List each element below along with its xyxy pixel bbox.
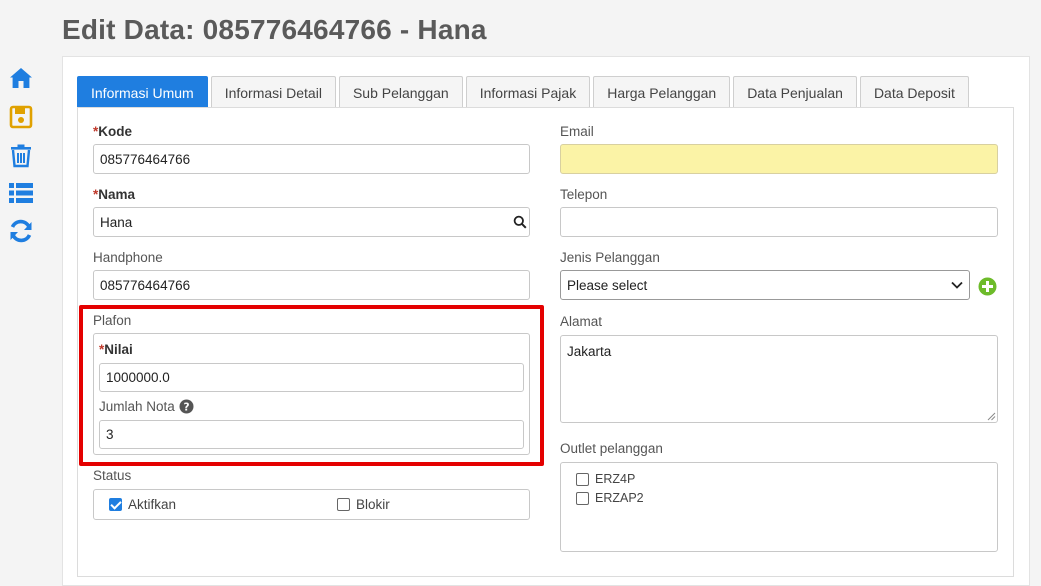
highlight-box bbox=[79, 305, 544, 466]
tab-informasi-umum[interactable]: Informasi Umum bbox=[77, 76, 208, 108]
tab-data-deposit[interactable]: Data Deposit bbox=[859, 76, 969, 108]
outlet-label: Outlet pelanggan bbox=[560, 441, 663, 456]
jenis-pelanggan-selected: Please select bbox=[567, 277, 648, 293]
telepon-input[interactable] bbox=[560, 207, 998, 237]
refresh-icon[interactable] bbox=[8, 218, 34, 244]
nama-input[interactable]: Hana bbox=[93, 207, 530, 237]
resize-handle-icon[interactable] bbox=[987, 412, 996, 421]
blokir-checkbox[interactable] bbox=[337, 498, 350, 511]
tab-informasi-detail[interactable]: Informasi Detail bbox=[210, 76, 336, 108]
trash-icon[interactable] bbox=[8, 142, 34, 168]
tab-bar: Informasi Umum Informasi Detail Sub Pela… bbox=[77, 76, 972, 108]
aktifkan-checkbox[interactable] bbox=[109, 498, 122, 511]
outlet-item-label: ERZ4P bbox=[595, 472, 636, 486]
email-label: Email bbox=[560, 124, 594, 139]
search-icon[interactable] bbox=[513, 215, 527, 229]
outlet-item-label: ERZAP2 bbox=[595, 491, 644, 505]
list-icon[interactable] bbox=[8, 180, 34, 206]
handphone-label: Handphone bbox=[93, 250, 163, 265]
tab-data-penjualan[interactable]: Data Penjualan bbox=[733, 76, 857, 108]
aktifkan-label: Aktifkan bbox=[128, 497, 177, 512]
alamat-label: Alamat bbox=[560, 314, 603, 329]
page-title: Edit Data: 085776464766 - Hana bbox=[62, 14, 487, 45]
tab-harga-pelanggan[interactable]: Harga Pelanggan bbox=[593, 76, 731, 108]
blokir-option[interactable]: Blokir bbox=[337, 497, 390, 512]
outlet-checkbox[interactable] bbox=[576, 472, 589, 486]
save-icon[interactable] bbox=[8, 104, 34, 130]
add-icon[interactable] bbox=[978, 277, 997, 296]
tab-informasi-pajak[interactable]: Informasi Pajak bbox=[465, 76, 591, 108]
telepon-label: Telepon bbox=[560, 187, 608, 202]
chevron-down-icon bbox=[951, 281, 963, 289]
nama-value: Hana bbox=[100, 214, 133, 230]
email-input[interactable] bbox=[560, 144, 998, 174]
kode-input[interactable]: 085776464766 bbox=[93, 144, 530, 174]
nama-label: *Nama bbox=[93, 187, 136, 202]
blokir-label: Blokir bbox=[356, 497, 390, 512]
tab-sub-pelanggan[interactable]: Sub Pelanggan bbox=[338, 76, 463, 108]
kode-label: *Kode bbox=[93, 124, 133, 139]
outlet-item[interactable]: ERZ4P bbox=[576, 472, 635, 486]
jenis-pelanggan-select[interactable]: Please select bbox=[560, 270, 970, 300]
jenis-pelanggan-label: Jenis Pelanggan bbox=[560, 250, 660, 265]
alamat-value: Jakarta bbox=[567, 344, 612, 359]
status-label: Status bbox=[93, 468, 132, 483]
alamat-textarea[interactable]: Jakarta bbox=[560, 335, 998, 423]
outlet-item[interactable]: ERZAP2 bbox=[576, 491, 644, 505]
handphone-input[interactable]: 085776464766 bbox=[93, 270, 530, 300]
home-icon[interactable] bbox=[8, 65, 34, 91]
aktifkan-option[interactable]: Aktifkan bbox=[109, 497, 176, 512]
outlet-checkbox[interactable] bbox=[576, 491, 589, 505]
